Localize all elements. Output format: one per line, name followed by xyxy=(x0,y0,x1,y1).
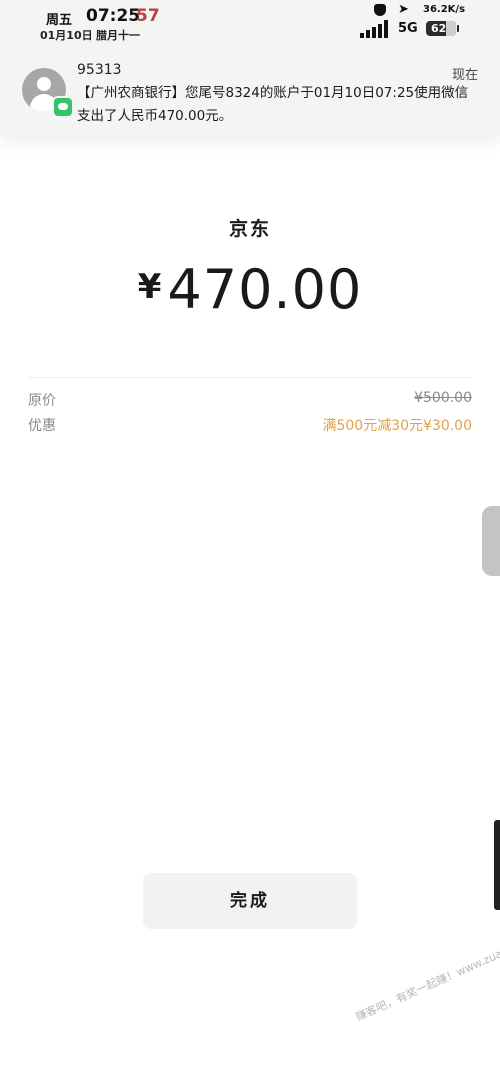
location-arrow-icon: ➤ xyxy=(398,2,409,17)
currency-symbol: ¥ xyxy=(137,267,162,307)
status-weekday: 周五 xyxy=(46,13,73,28)
status-seconds: 57 xyxy=(136,6,160,26)
notification-time: 现在 xyxy=(451,68,478,83)
battery-level: 62 xyxy=(431,22,447,35)
scroll-indicator[interactable] xyxy=(494,820,500,910)
notification-body: 【广州农商银行】您尾号8324的账户于01月10日07:25使用微信支出了人民币… xyxy=(77,85,469,124)
watermark: 赚客吧，有奖一起赚！www.zuanke8.com xyxy=(353,925,500,1024)
status-date: 01月10日 xyxy=(40,29,93,42)
messages-app-icon xyxy=(52,96,74,118)
merchant-name: 京东 xyxy=(228,218,271,240)
discount-value: 满500元减30元¥30.00 xyxy=(322,418,472,434)
payment-amount-row: ¥470.00 xyxy=(0,258,500,321)
discount-label: 优惠 xyxy=(28,418,56,434)
network-type: 5G xyxy=(398,21,418,36)
discount-row: 优惠 满500元减30元¥30.00 xyxy=(28,415,472,437)
battery-icon: 62 xyxy=(426,21,456,36)
network-speed: 36.2K/s xyxy=(423,4,466,15)
divider xyxy=(28,377,472,378)
done-button[interactable]: 完成 xyxy=(143,873,357,929)
floating-side-handle[interactable] xyxy=(482,506,500,576)
status-bar: 周五 07:25 57 01月10日 腊月十一 ➤ 36.2K/s 5G 62 xyxy=(0,0,500,44)
status-right-group: ➤ 36.2K/s 5G 62 xyxy=(340,0,500,44)
battery-tip xyxy=(457,25,459,32)
original-price-label: 原价 xyxy=(28,393,56,409)
status-lunar-date: 腊月十一 xyxy=(96,29,140,42)
signal-strength-icon xyxy=(360,20,388,38)
status-time: 07:25 xyxy=(86,6,141,26)
notification-sender: 95313 xyxy=(77,62,122,78)
app-notification-icon xyxy=(374,4,386,16)
payment-amount: 470.00 xyxy=(167,258,363,321)
original-price-value: ¥500.00 xyxy=(414,390,472,406)
original-price-row: 原价 ¥500.00 xyxy=(28,390,472,412)
sms-notification-banner[interactable]: 95313 现在 【广州农商银行】您尾号8324的账户于01月10日07:25使… xyxy=(0,44,500,136)
